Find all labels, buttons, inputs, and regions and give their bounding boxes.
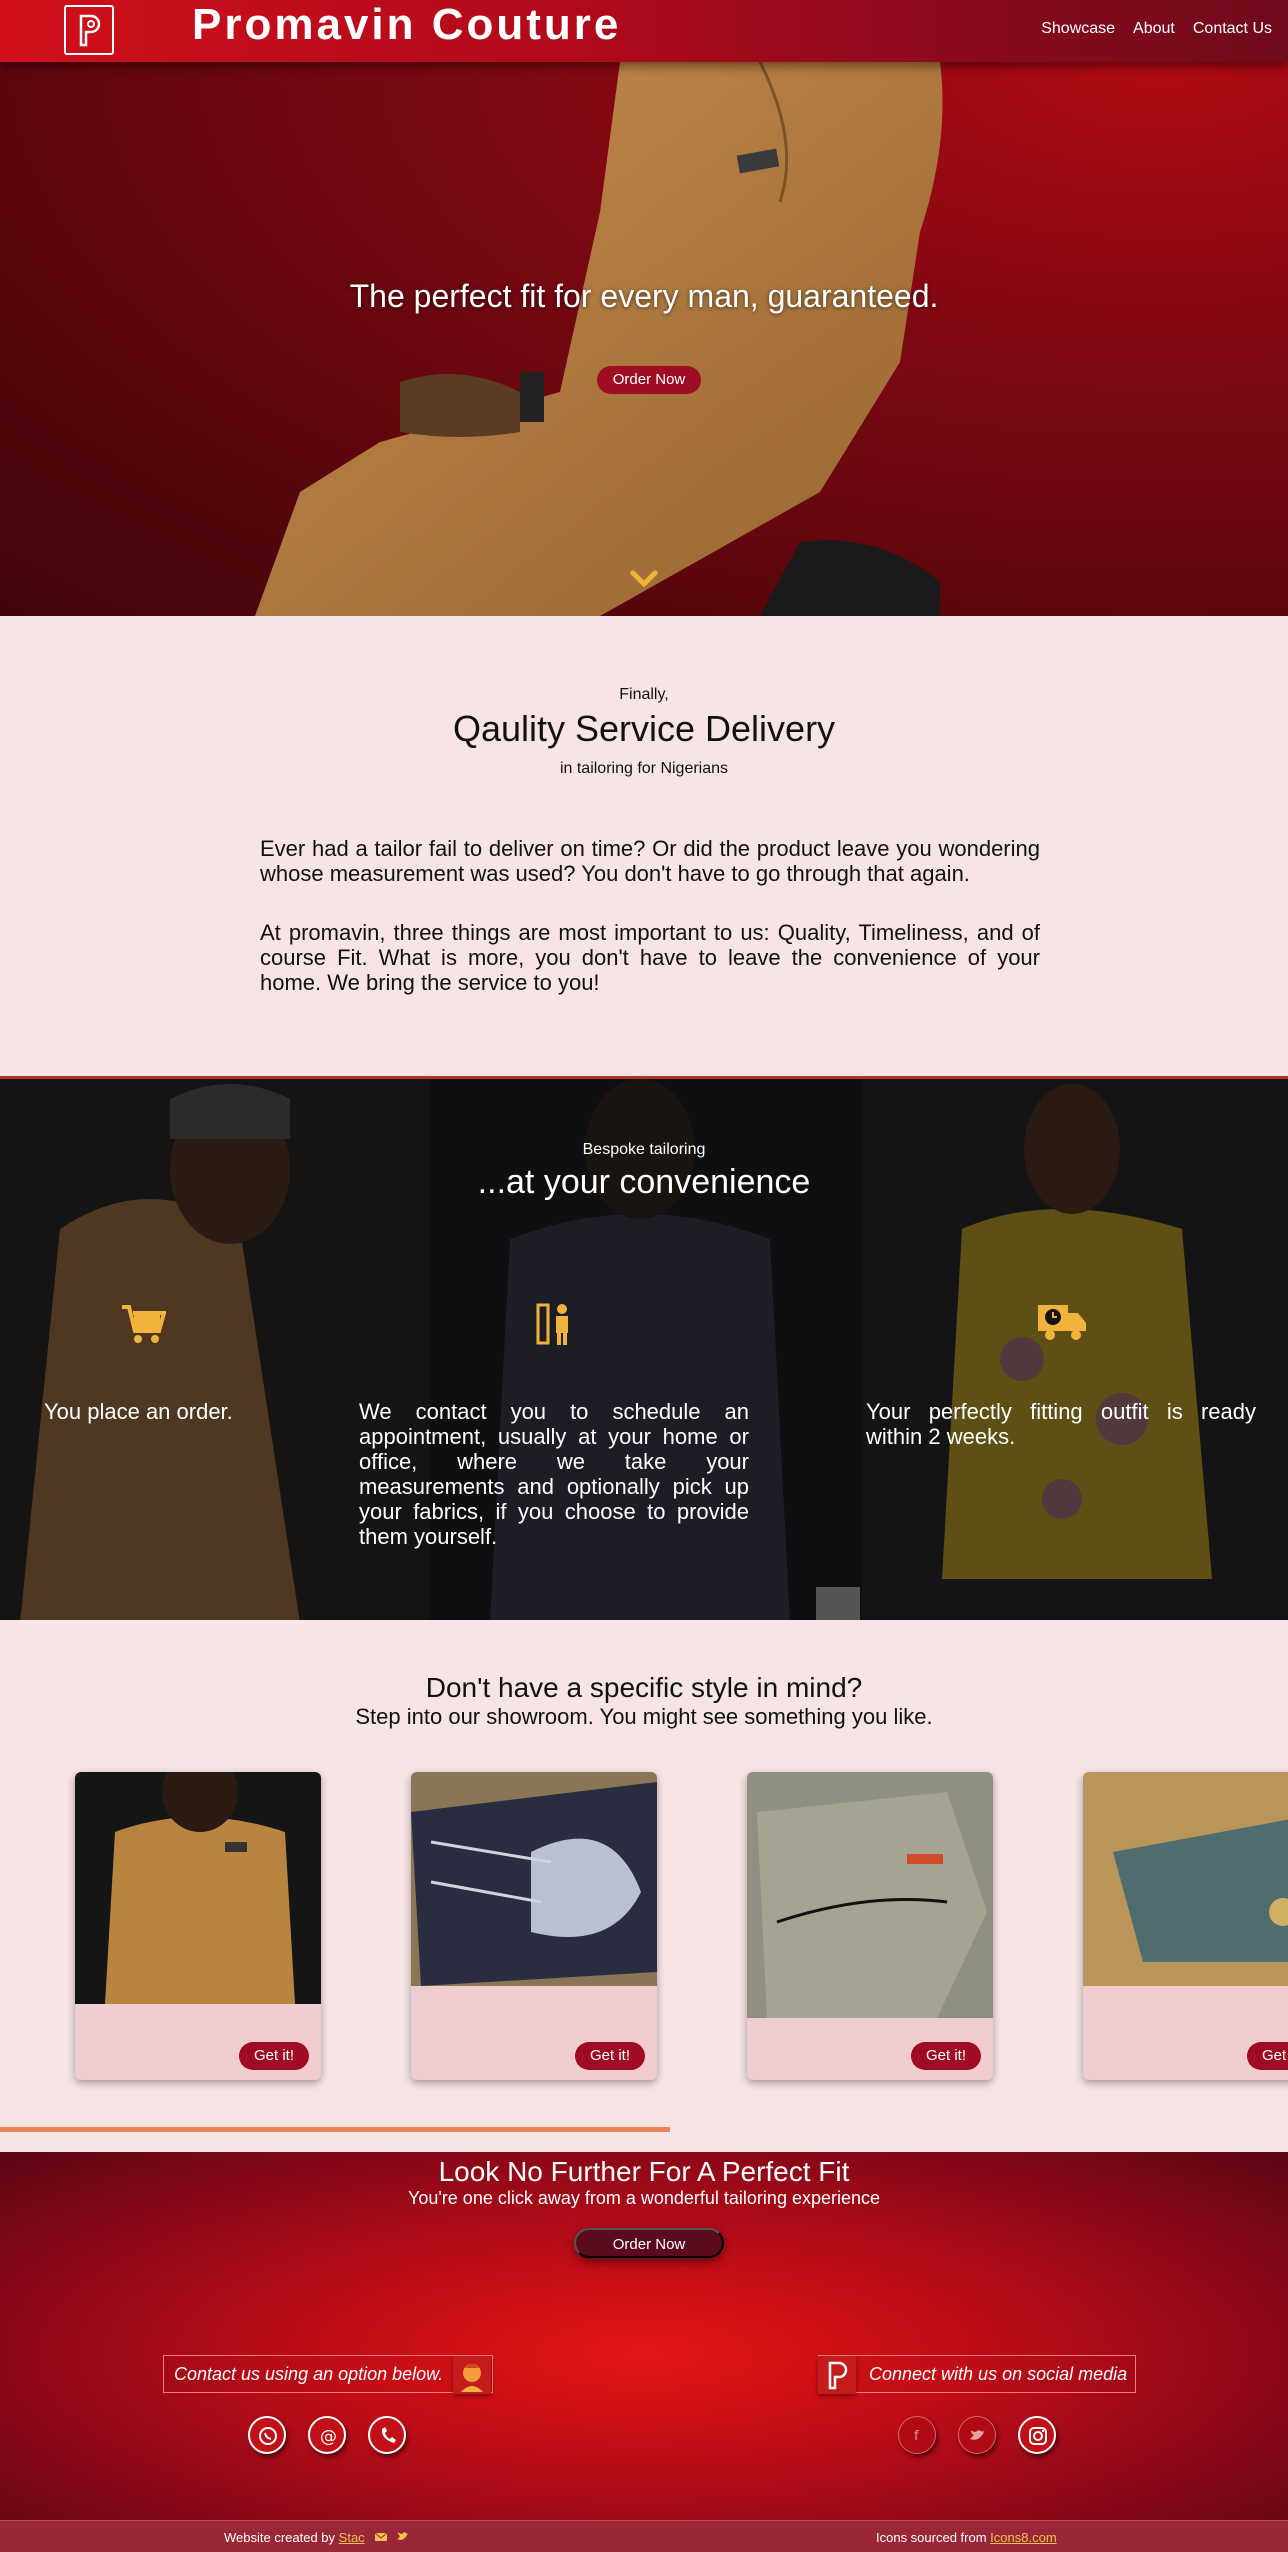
hero-title: The perfect fit for every man, guarantee… xyxy=(349,278,939,314)
product-card[interactable]: Get it! xyxy=(75,1772,321,2080)
get-it-button[interactable]: Get it! xyxy=(239,2042,309,2070)
cta-subtitle: You're one click away from a wonderful t… xyxy=(407,2188,881,2208)
nav-about[interactable]: About xyxy=(1133,20,1175,38)
svg-text:f: f xyxy=(914,2429,919,2444)
product-image xyxy=(1083,1772,1288,1986)
whatsapp-icon[interactable] xyxy=(248,2416,286,2454)
contact-label: Contact us using an option below. xyxy=(163,2355,493,2393)
logo-icon[interactable] xyxy=(64,5,114,55)
icons8-link[interactable]: Icons8.com xyxy=(990,2530,1056,2545)
delivery-truck-icon xyxy=(1038,1305,1086,1340)
email-icon[interactable]: @ xyxy=(308,2416,346,2454)
credit-text: Website created by xyxy=(224,2530,336,2545)
nav-showcase[interactable]: Showcase xyxy=(1041,20,1115,38)
twitter-icon[interactable] xyxy=(958,2416,996,2454)
main-nav: Showcase About Contact Us xyxy=(1041,20,1272,38)
creator-link[interactable]: Stac xyxy=(339,2530,365,2545)
showcase-title: Don't have a specific style in mind? xyxy=(425,1672,863,1703)
phone-icon[interactable] xyxy=(368,2416,406,2454)
process-eyebrow: Bespoke tailoring xyxy=(582,1141,706,1158)
avatar-icon xyxy=(453,2356,491,2394)
intro-paragraph: Ever had a tailor fail to deliver on tim… xyxy=(260,836,1040,886)
hero-photo xyxy=(255,62,943,616)
intro-title: Qaulity Service Delivery xyxy=(452,708,836,749)
intro-paragraph: At promavin, three things are most impor… xyxy=(260,920,1040,995)
order-now-button[interactable]: Order Now xyxy=(597,366,701,394)
product-image xyxy=(75,1772,321,2004)
shopping-cart-icon xyxy=(122,1305,166,1343)
icons-credit-text: Icons sourced from xyxy=(876,2530,987,2545)
process-title: ...at your convenience xyxy=(477,1163,811,1201)
facebook-icon[interactable]: f xyxy=(898,2416,936,2454)
mail-icon[interactable] xyxy=(374,2532,388,2542)
step-text: Your perfectly fitting outfit is ready w… xyxy=(866,1399,1256,1449)
showcase-scroll-indicator[interactable] xyxy=(0,2127,670,2132)
instagram-icon[interactable] xyxy=(1018,2416,1056,2454)
cta-title: Look No Further For A Perfect Fit xyxy=(438,2156,850,2187)
social-label: Connect with us on social media xyxy=(818,2355,1136,2393)
credit-left: Website created by Stac xyxy=(224,2530,410,2545)
order-now-button[interactable]: Order Now xyxy=(574,2228,724,2258)
product-card[interactable]: Get it! xyxy=(1083,1772,1288,2080)
chevron-down-icon[interactable] xyxy=(630,570,658,590)
product-image xyxy=(411,1772,657,1986)
product-card[interactable]: Get it! xyxy=(747,1772,993,2080)
step-text: You place an order. xyxy=(44,1399,233,1424)
logo-icon xyxy=(818,2356,856,2394)
get-it-button[interactable]: Get it! xyxy=(575,2042,645,2070)
panel-photo xyxy=(862,1079,1288,1620)
get-it-button[interactable]: Get it! xyxy=(1247,2042,1288,2070)
intro-subtitle: in tailoring for Nigerians xyxy=(559,760,729,777)
product-card[interactable]: Get it! xyxy=(411,1772,657,2080)
twitter-icon[interactable] xyxy=(396,2530,410,2542)
credit-right: Icons sourced from Icons8.com xyxy=(876,2530,1057,2545)
showcase-subtitle: Step into our showroom. You might see so… xyxy=(355,1704,933,1729)
nav-contact[interactable]: Contact Us xyxy=(1193,20,1272,38)
svg-text:@: @ xyxy=(320,2427,337,2447)
brand-title: Promavin Couture xyxy=(192,0,622,49)
get-it-button[interactable]: Get it! xyxy=(911,2042,981,2070)
intro-eyebrow: Finally, xyxy=(619,686,669,703)
process-section: Bespoke tailoring ...at your convenience… xyxy=(0,1076,1288,1620)
step-text: We contact you to schedule an appointmen… xyxy=(359,1399,749,1549)
site-header: Promavin Couture Showcase About Contact … xyxy=(0,0,1288,62)
hero-section: The perfect fit for every man, guarantee… xyxy=(0,62,1288,616)
product-image xyxy=(747,1772,993,2018)
measure-person-icon xyxy=(536,1303,568,1345)
footer-bar xyxy=(0,2520,1288,2552)
